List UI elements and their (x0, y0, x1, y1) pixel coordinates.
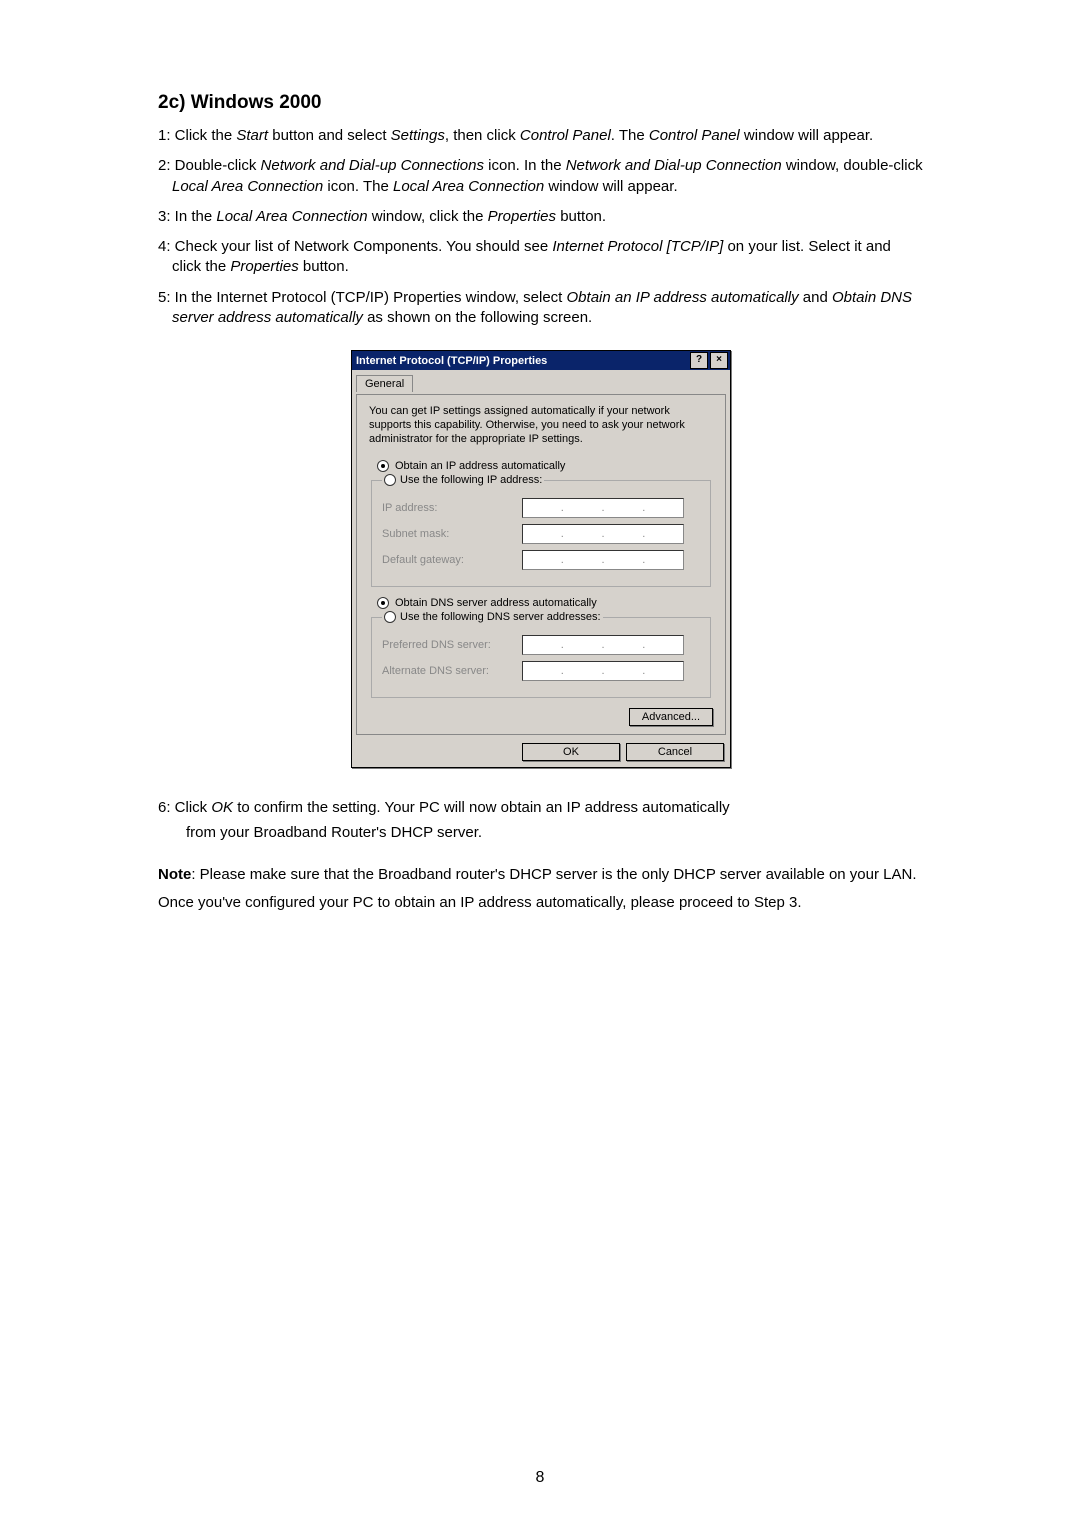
advanced-row: Advanced... (369, 708, 713, 726)
section-heading: 2c) Windows 2000 (158, 92, 924, 114)
text: button. (556, 208, 606, 225)
italic: Properties (230, 258, 298, 275)
step-1: 1: Click the Start button and select Set… (158, 126, 924, 146)
radio-dns-manual[interactable]: Use the following DNS server addresses: (382, 611, 603, 623)
tab-strip: General (352, 370, 730, 394)
step-3: 3: In the Local Area Connection window, … (158, 207, 924, 227)
label-ip: IP address: (382, 502, 522, 514)
dialog-description: You can get IP settings assigned automat… (369, 405, 713, 446)
step-6-line2: from your Broadband Router's DHCP server… (158, 823, 924, 843)
field-ip-address: IP address: ... (382, 498, 700, 518)
tab-body: You can get IP settings assigned automat… (356, 394, 726, 735)
radio-label: Obtain an IP address automatically (395, 460, 565, 472)
text: as shown on the following screen. (363, 309, 592, 326)
step-2: 2: Double-click Network and Dial-up Conn… (158, 156, 924, 197)
text: 4: Check your list of Network Components… (158, 238, 552, 255)
text: 1: Click the (158, 127, 236, 144)
italic: Local Area Connection (172, 178, 323, 195)
advanced-button[interactable]: Advanced... (629, 708, 713, 726)
text: window, double-click (782, 157, 923, 174)
cancel-button[interactable]: Cancel (626, 743, 724, 761)
text: icon. The (323, 178, 393, 195)
text: 3: In the (158, 208, 216, 225)
italic: Network and Dial-up Connections (261, 157, 484, 174)
radio-label: Use the following IP address: (400, 474, 542, 486)
tcpip-properties-dialog: Internet Protocol (TCP/IP) Properties ? … (351, 350, 731, 768)
italic: Obtain an IP address automatically (567, 289, 799, 306)
italic: Network and Dial-up Connection (566, 157, 782, 174)
label-pref-dns: Preferred DNS server: (382, 639, 522, 651)
group-ip-manual: Use the following IP address: IP address… (371, 474, 711, 587)
italic: Internet Protocol [TCP/IP] (552, 238, 723, 255)
radio-icon (377, 597, 389, 609)
italic: Control Panel (520, 127, 611, 144)
ip-input: ... (522, 498, 684, 518)
close-icon[interactable]: × (710, 352, 728, 369)
text: button and select (268, 127, 391, 144)
field-alt-dns: Alternate DNS server: ... (382, 661, 700, 681)
text: and (799, 289, 832, 306)
text: 6: Click (158, 799, 211, 816)
dialog-footer: OK Cancel (352, 739, 730, 767)
titlebar: Internet Protocol (TCP/IP) Properties ? … (352, 351, 730, 370)
ok-button[interactable]: OK (522, 743, 620, 761)
text: icon. In the (484, 157, 566, 174)
italic: Settings (391, 127, 445, 144)
radio-icon (377, 460, 389, 472)
italic: Control Panel (649, 127, 740, 144)
dialog-title: Internet Protocol (TCP/IP) Properties (356, 355, 688, 367)
italic: Local Area Connection (393, 178, 544, 195)
text: to confirm the setting. Your PC will now… (233, 799, 730, 816)
note-text: : Please make sure that the Broadband ro… (191, 866, 916, 883)
text: window will appear. (740, 127, 873, 144)
field-pref-dns: Preferred DNS server: ... (382, 635, 700, 655)
tab-general[interactable]: General (356, 375, 413, 392)
step-6-line1: 6: Click OK to confirm the setting. Your… (158, 798, 924, 818)
italic: Properties (488, 208, 556, 225)
ip-input: ... (522, 524, 684, 544)
field-gateway: Default gateway: ... (382, 550, 700, 570)
step-4: 4: Check your list of Network Components… (158, 237, 924, 278)
dialog-container: Internet Protocol (TCP/IP) Properties ? … (158, 350, 924, 768)
help-icon[interactable]: ? (690, 352, 708, 369)
radio-dns-auto[interactable]: Obtain DNS server address automatically (377, 597, 713, 609)
text: 5: In the Internet Protocol (TCP/IP) Pro… (158, 289, 567, 306)
radio-ip-auto[interactable]: Obtain an IP address automatically (377, 460, 713, 472)
ip-input: ... (522, 550, 684, 570)
group-dns-manual: Use the following DNS server addresses: … (371, 611, 711, 698)
text: button. (299, 258, 349, 275)
label-alt-dns: Alternate DNS server: (382, 665, 522, 677)
note: Note: Please make sure that the Broadban… (158, 865, 924, 885)
italic: Start (236, 127, 268, 144)
ip-input: ... (522, 635, 684, 655)
field-subnet: Subnet mask: ... (382, 524, 700, 544)
text: window will appear. (544, 178, 677, 195)
ip-input: ... (522, 661, 684, 681)
text: 2: Double-click (158, 157, 261, 174)
text: , then click (445, 127, 520, 144)
radio-label: Obtain DNS server address automatically (395, 597, 597, 609)
label-gateway: Default gateway: (382, 554, 522, 566)
page-content: 2c) Windows 2000 1: Click the Start butt… (0, 0, 1080, 913)
radio-ip-manual[interactable]: Use the following IP address: (382, 474, 544, 486)
closing-text: Once you've configured your PC to obtain… (158, 893, 924, 913)
italic: Local Area Connection (216, 208, 367, 225)
page-number: 8 (0, 1469, 1080, 1487)
label-subnet: Subnet mask: (382, 528, 522, 540)
text: window, click the (368, 208, 488, 225)
note-label: Note (158, 866, 191, 883)
radio-icon (384, 611, 396, 623)
radio-icon (384, 474, 396, 486)
radio-label: Use the following DNS server addresses: (400, 611, 601, 623)
italic: OK (211, 799, 233, 816)
step-5: 5: In the Internet Protocol (TCP/IP) Pro… (158, 288, 924, 329)
text: . The (611, 127, 649, 144)
